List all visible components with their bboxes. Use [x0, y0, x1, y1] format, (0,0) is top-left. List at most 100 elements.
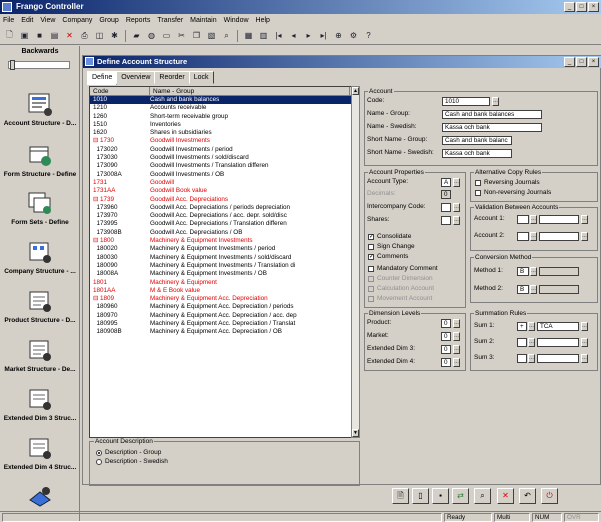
account-type-field[interactable]: A: [441, 178, 451, 187]
scroll-down-icon[interactable]: ▼: [352, 429, 359, 437]
find-icon[interactable]: ⌕: [220, 29, 233, 42]
close-icon[interactable]: ×: [588, 2, 599, 12]
nav-item-account-structure[interactable]: Account Structure - D...: [0, 90, 80, 127]
table-row[interactable]: 173970 Goodwill Acc. Depreciations / acc.…: [90, 212, 356, 220]
maximize-icon[interactable]: □: [576, 2, 587, 12]
slider-thumb[interactable]: [10, 60, 15, 70]
scroll-up-icon[interactable]: ▲: [352, 87, 359, 95]
sum-3-lookup-icon[interactable]: …: [581, 354, 588, 363]
account-2-sign-lookup-icon[interactable]: …: [530, 232, 537, 241]
table-row[interactable]: 180995 Machinery & Equipment Acc. Depreci…: [90, 320, 356, 328]
table-row[interactable]: 1731 Goodwill: [90, 179, 356, 187]
delete-x-icon[interactable]: ✕: [497, 488, 514, 504]
find-binoculars-icon[interactable]: ⌕: [474, 488, 491, 504]
table-row[interactable]: 1731AA Goodwill Book value: [90, 187, 356, 195]
tab-overview[interactable]: Overview: [116, 71, 156, 84]
blank-page-icon[interactable]: ▯: [412, 488, 429, 504]
table-row[interactable]: 1010 Cash and bank balances: [90, 96, 356, 105]
table-row[interactable]: 1510 Inventories: [90, 121, 356, 129]
checkbox-box[interactable]: ✓: [368, 253, 374, 260]
open-icon[interactable]: ▣: [18, 29, 31, 42]
menu-edit[interactable]: Edit: [20, 17, 34, 24]
nav-item-form-sets[interactable]: Form Sets - Define: [0, 189, 80, 226]
mandatory-comment-checkbox[interactable]: Mandatory Comment: [368, 265, 438, 272]
sum-3-sign-lookup-icon[interactable]: …: [528, 354, 535, 363]
checkbox-box[interactable]: [475, 179, 481, 186]
table-row[interactable]: 1260 Short-term receivable group: [90, 113, 356, 121]
maximize-icon[interactable]: □: [576, 57, 587, 67]
last-icon[interactable]: ▸|: [317, 29, 330, 42]
tab-reorder[interactable]: Reorder: [154, 71, 190, 84]
account-1-sign-lookup-icon[interactable]: …: [530, 215, 537, 224]
first-icon[interactable]: |◂: [272, 29, 285, 42]
table-row[interactable]: 180090 Machinery & Equipment Investments …: [90, 262, 356, 270]
sum-2-sign-field[interactable]: [517, 338, 527, 347]
table-row[interactable]: ⊟ 1730 Goodwill Investments: [90, 137, 356, 145]
menu-window[interactable]: Window: [223, 17, 250, 24]
intercompany-code-field[interactable]: [441, 203, 451, 212]
method-2-lookup-icon[interactable]: …: [530, 285, 537, 294]
account-grid[interactable]: Code Name - Group 1010 Cash and bank bala…: [89, 86, 357, 438]
sum-2-field[interactable]: [537, 338, 579, 347]
sign-change-checkbox[interactable]: Sign Change: [368, 243, 415, 250]
menu-reports[interactable]: Reports: [125, 17, 152, 24]
sum-1-sign-field[interactable]: +: [517, 322, 527, 331]
nav-item-extended-dim-4[interactable]: Extended Dim 4 Struc...: [0, 434, 80, 471]
account-2-sign-field[interactable]: [517, 232, 529, 241]
table-row[interactable]: 1620 Shares in subsidiaries: [90, 129, 356, 137]
new-record-icon[interactable]: 🗎: [392, 488, 409, 504]
menu-help[interactable]: Help: [255, 17, 271, 24]
save-disk-icon[interactable]: ▪: [432, 488, 449, 504]
market-level-field[interactable]: 0: [441, 332, 451, 341]
name-group-field[interactable]: Cash and bank balances: [442, 110, 542, 119]
checkbox-box[interactable]: [368, 243, 374, 250]
copy-records-icon[interactable]: ⇄: [452, 488, 469, 504]
comments-checkbox[interactable]: ✓ Comments: [368, 253, 408, 260]
sum-2-lookup-icon[interactable]: …: [581, 338, 588, 347]
table-row[interactable]: ⊟ 1800 Machinery & Equipment Investments: [90, 237, 356, 245]
table-row[interactable]: 180960 Machinery & Equipment Acc. Depreci…: [90, 303, 356, 311]
code-lookup-icon[interactable]: …: [492, 97, 499, 106]
cut-icon[interactable]: ✂: [175, 29, 188, 42]
account-2-field[interactable]: [539, 232, 579, 241]
refresh-icon[interactable]: ◍: [145, 29, 158, 42]
shares-lookup-icon[interactable]: …: [453, 216, 460, 225]
short-name-group-field[interactable]: Cash and bank balanc: [442, 136, 512, 145]
account-1-field[interactable]: [539, 215, 579, 224]
open-folder-icon[interactable]: ▰: [130, 29, 143, 42]
nav-item-company-structure[interactable]: Company Structure - ...: [0, 238, 80, 275]
table-row[interactable]: 18008A Machinery & Equipment Investments …: [90, 270, 356, 278]
table-row[interactable]: 173030 Goodwill Investments / sold/discar…: [90, 154, 356, 162]
close-icon[interactable]: ×: [588, 57, 599, 67]
table-row[interactable]: 1210 Accounts receivable: [90, 104, 356, 112]
account-1-sign-field[interactable]: [517, 215, 529, 224]
extended-dim-3-field[interactable]: 0: [441, 345, 451, 354]
nav-item-form-structure[interactable]: Form Structure - Define: [0, 141, 80, 178]
minimize-icon[interactable]: _: [564, 57, 575, 67]
table-row[interactable]: 1801AA M & E Book value: [90, 287, 356, 295]
extended-dim-3-lookup-icon[interactable]: …: [453, 345, 460, 354]
grid-scrollbar[interactable]: ▲ ▼: [351, 86, 360, 438]
column-header-name[interactable]: Name - Group: [150, 87, 350, 95]
paste-icon[interactable]: ▧: [205, 29, 218, 42]
short-name-swedish-field[interactable]: Kassa och bank: [442, 149, 512, 158]
intercompany-lookup-icon[interactable]: …: [453, 203, 460, 212]
exit-icon[interactable]: ⏻: [541, 488, 558, 504]
table-row[interactable]: ⊟ 1739 Goodwill Acc. Depreciations: [90, 196, 356, 204]
menu-view[interactable]: View: [39, 17, 56, 24]
method-1-lookup-icon[interactable]: …: [530, 267, 537, 276]
menu-group[interactable]: Group: [98, 17, 119, 24]
zoom-icon[interactable]: ⊕: [332, 29, 345, 42]
market-level-lookup-icon[interactable]: …: [453, 332, 460, 341]
sum-1-sign-lookup-icon[interactable]: …: [528, 322, 535, 331]
table-row[interactable]: 180970 Machinery & Equipment Acc. Depreci…: [90, 312, 356, 320]
menu-file[interactable]: File: [2, 17, 15, 24]
table-row[interactable]: 173908B Goodwill Acc. Depreciations / OB: [90, 229, 356, 237]
table-row[interactable]: 173020 Goodwill Investments / period: [90, 146, 356, 154]
table-row[interactable]: 1801 Machinery & Equipment: [90, 279, 356, 287]
table-row[interactable]: 180020 Machinery & Equipment Investments …: [90, 245, 356, 253]
tab-define[interactable]: Define: [87, 71, 118, 85]
print-preview-icon[interactable]: ◫: [93, 29, 106, 42]
radio-description-swedish[interactable]: Description - Swedish: [96, 458, 168, 465]
menu-maintain[interactable]: Maintain: [189, 17, 217, 24]
